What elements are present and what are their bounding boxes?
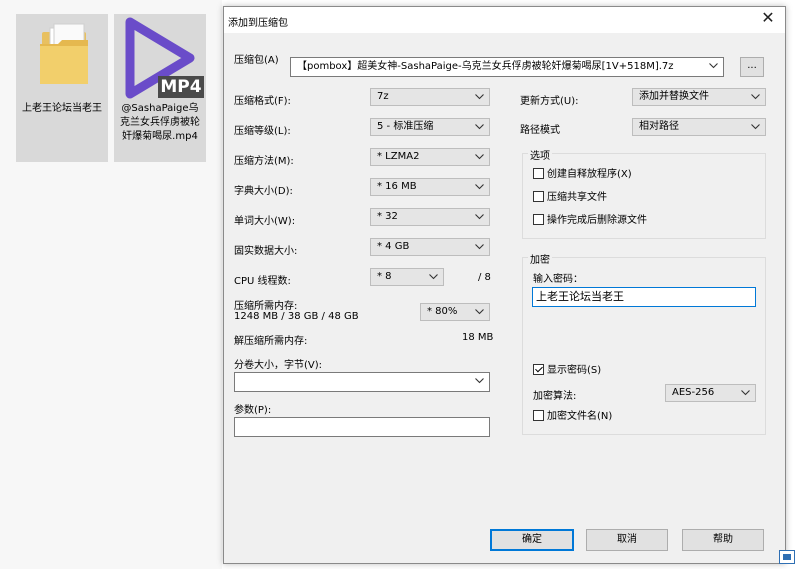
path-mode-value: 相对路径 xyxy=(639,121,679,132)
help-button[interactable]: 帮助 xyxy=(682,529,764,551)
level-label: 压缩等级(L): xyxy=(234,126,291,137)
solid-size-select[interactable]: * 4 GB xyxy=(370,238,490,256)
solid-size-value: * 4 GB xyxy=(377,241,410,252)
format-label: 压缩格式(F): xyxy=(234,96,291,107)
dialog-title: 添加到压缩包 xyxy=(228,18,288,29)
option-sfx-checkbox[interactable]: 创建自释放程序(X) xyxy=(533,168,632,182)
add-to-archive-dialog: 添加到压缩包 ✕ 压缩包(A) 【pombox】超美女神-SashaPaige-… xyxy=(223,6,786,564)
dialog-titlebar: 添加到压缩包 ✕ xyxy=(224,7,785,33)
archive-path-combo[interactable]: 【pombox】超美女神-SashaPaige-乌克兰女兵俘虏被轮奸爆菊喝尿[1… xyxy=(290,57,724,77)
option-shared-label: 压缩共享文件 xyxy=(547,192,607,203)
password-input[interactable]: 上老王论坛当老王 xyxy=(532,287,756,307)
dictionary-select[interactable]: * 16 MB xyxy=(370,178,490,196)
desktop-icon-mp4[interactable]: MP4 @SashaPaige乌克兰女兵俘虏被轮奸爆菊喝尿.mp4 xyxy=(114,14,206,162)
word-size-label: 单词大小(W): xyxy=(234,216,296,227)
chevron-down-icon xyxy=(751,119,761,135)
path-mode-label: 路径模式 xyxy=(520,125,560,136)
folder-icon xyxy=(40,23,88,84)
chevron-down-icon xyxy=(475,304,485,320)
encryption-title: 加密 xyxy=(528,251,552,266)
parameters-label: 参数(P): xyxy=(234,405,272,416)
chevron-down-icon xyxy=(741,385,751,401)
checkbox-icon xyxy=(533,410,544,421)
dictionary-value: * 16 MB xyxy=(377,181,417,192)
format-value: 7z xyxy=(377,91,389,102)
method-value: * LZMA2 xyxy=(377,151,420,162)
archive-label: 压缩包(A) xyxy=(234,55,279,66)
update-mode-label: 更新方式(U): xyxy=(520,96,579,107)
show-password-label: 显示密码(S) xyxy=(547,365,602,376)
chevron-down-icon xyxy=(475,239,485,255)
desktop-icon-folder[interactable]: 上老王论坛当老王 xyxy=(16,14,108,162)
format-select[interactable]: 7z xyxy=(370,88,490,106)
desktop-icon-label: @SashaPaige乌克兰女兵俘虏被轮奸爆菊喝尿.mp4 xyxy=(120,103,200,142)
chevron-down-icon xyxy=(475,149,485,165)
solid-size-label: 固实数据大小: xyxy=(234,246,298,257)
compress-memory-label: 压缩所需内存: xyxy=(234,301,298,312)
archive-path-value: 【pombox】超美女神-SashaPaige-乌克兰女兵俘虏被轮奸爆菊喝尿[1… xyxy=(297,61,674,72)
close-icon[interactable]: ✕ xyxy=(759,9,777,27)
show-password-checkbox[interactable]: 显示密码(S) xyxy=(533,364,601,378)
threads-max: / 8 xyxy=(478,272,491,283)
checkbox-icon xyxy=(533,214,544,225)
option-delete-checkbox[interactable]: 操作完成后删除源文件 xyxy=(533,214,647,228)
encrypt-names-label: 加密文件名(N) xyxy=(547,411,613,422)
word-size-value: * 32 xyxy=(377,211,398,222)
chevron-down-icon xyxy=(475,89,485,105)
chevron-down-icon xyxy=(475,209,485,225)
cancel-button[interactable]: 取消 xyxy=(586,529,668,551)
threads-select[interactable]: * 8 xyxy=(370,268,444,286)
encryption-method-label: 加密算法: xyxy=(533,391,577,402)
password-label: 输入密码： xyxy=(533,274,583,285)
option-shared-checkbox[interactable]: 压缩共享文件 xyxy=(533,191,607,205)
desktop-icon-label: 上老王论坛当老王 xyxy=(22,103,102,114)
path-mode-select[interactable]: 相对路径 xyxy=(632,118,766,136)
memory-percent-value: * 80% xyxy=(427,306,458,317)
threads-label: CPU 线程数: xyxy=(234,276,291,287)
option-delete-label: 操作完成后删除源文件 xyxy=(547,215,647,226)
chevron-down-icon xyxy=(475,119,485,135)
browse-button[interactable]: ... xyxy=(740,57,764,77)
ok-button[interactable]: 确定 xyxy=(490,529,574,551)
chevron-down-icon xyxy=(709,58,719,74)
checkbox-icon xyxy=(533,168,544,179)
method-label: 压缩方法(M): xyxy=(234,156,294,167)
level-value: 5 - 标准压缩 xyxy=(377,121,434,132)
options-title: 选项 xyxy=(528,147,552,162)
checkbox-icon xyxy=(533,364,544,375)
decompress-memory-value: 18 MB xyxy=(462,332,494,343)
tray-icon[interactable] xyxy=(779,550,795,564)
chevron-down-icon xyxy=(429,269,439,285)
word-size-select[interactable]: * 32 xyxy=(370,208,490,226)
chevron-down-icon xyxy=(475,373,485,389)
compress-memory-value: 1248 MB / 38 GB / 48 GB xyxy=(234,311,359,322)
parameters-input[interactable] xyxy=(234,417,490,437)
update-mode-select[interactable]: 添加并替换文件 xyxy=(632,88,766,106)
threads-value: * 8 xyxy=(377,271,392,282)
decompress-memory-label: 解压缩所需内存: xyxy=(234,336,308,347)
checkbox-icon xyxy=(533,191,544,202)
dictionary-label: 字典大小(D): xyxy=(234,186,293,197)
chevron-down-icon xyxy=(475,179,485,195)
encrypt-names-checkbox[interactable]: 加密文件名(N) xyxy=(533,410,612,424)
volume-size-combo[interactable] xyxy=(234,372,490,392)
option-sfx-label: 创建自释放程序(X) xyxy=(547,169,632,180)
method-select[interactable]: * LZMA2 xyxy=(370,148,490,166)
level-select[interactable]: 5 - 标准压缩 xyxy=(370,118,490,136)
encryption-method-value: AES-256 xyxy=(672,387,715,398)
volume-size-label: 分卷大小，字节(V): xyxy=(234,360,323,371)
chevron-down-icon xyxy=(751,89,761,105)
mp4-badge: MP4 xyxy=(160,77,202,97)
encryption-method-select[interactable]: AES-256 xyxy=(665,384,756,402)
update-mode-value: 添加并替换文件 xyxy=(639,91,709,102)
memory-percent-select[interactable]: * 80% xyxy=(420,303,490,321)
